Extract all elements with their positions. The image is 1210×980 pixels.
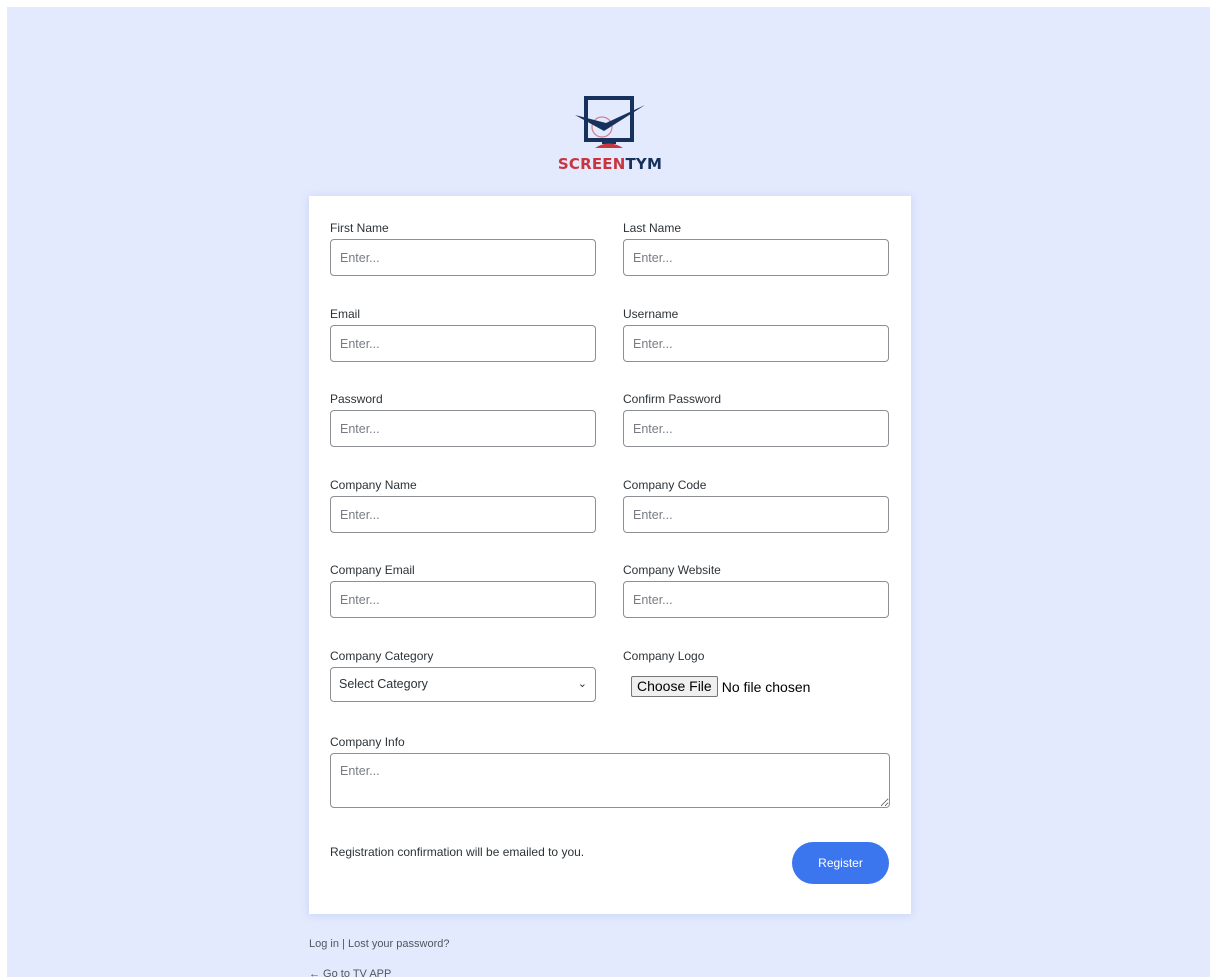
choose-file-button[interactable]: Choose File	[631, 676, 718, 697]
company-category-select[interactable]: Select Category ⌄	[330, 667, 596, 702]
confirm-password-field: Confirm Password	[623, 392, 889, 447]
company-name-field: Company Name	[330, 478, 596, 533]
company-name-label: Company Name	[330, 478, 417, 492]
company-info-field: Company Info	[330, 735, 890, 813]
chevron-down-icon: ⌄	[577, 678, 587, 690]
brand-name-part2: TYM	[625, 155, 663, 173]
company-logo-field: Company Logo Choose File No file chosen	[623, 649, 889, 697]
company-logo-label: Company Logo	[623, 649, 705, 663]
company-email-input[interactable]	[330, 581, 596, 618]
lost-password-link[interactable]: Lost your password?	[348, 938, 450, 950]
company-category-value: Select Category	[339, 677, 428, 691]
company-website-field: Company Website	[623, 563, 889, 618]
company-info-textarea[interactable]	[330, 753, 890, 808]
company-code-label: Company Code	[623, 478, 707, 492]
company-info-label: Company Info	[330, 735, 405, 749]
company-code-input[interactable]	[623, 496, 889, 533]
back-link-label: ← Go to TV APP	[309, 968, 392, 980]
company-category-field: Company Category Select Category ⌄	[330, 649, 596, 702]
username-label: Username	[623, 307, 679, 321]
email-input[interactable]	[330, 325, 596, 362]
back-to-tv-app-link[interactable]: ← Go to TV APP	[309, 968, 391, 980]
registration-form: First Name Last Name Email Username Pass…	[309, 196, 911, 914]
register-button[interactable]: Register	[792, 842, 889, 884]
company-email-field: Company Email	[330, 563, 596, 618]
company-category-label: Company Category	[330, 649, 434, 663]
confirm-password-input[interactable]	[623, 410, 889, 447]
confirm-password-label: Confirm Password	[623, 392, 722, 406]
last-name-field: Last Name	[623, 221, 889, 276]
file-status: No file chosen	[721, 678, 811, 695]
password-field: Password	[330, 392, 596, 447]
first-name-label: First Name	[330, 221, 389, 235]
company-website-label: Company Website	[623, 563, 721, 577]
first-name-input[interactable]	[330, 239, 596, 276]
site-logo[interactable]: SCREENTYM	[555, 95, 665, 175]
password-input[interactable]	[330, 410, 596, 447]
password-label: Password	[330, 392, 383, 406]
last-name-label: Last Name	[623, 221, 682, 235]
auth-links: Log in | Lost your password?	[309, 938, 449, 950]
tv-checkmark-logo-icon	[575, 96, 645, 148]
first-name-field: First Name	[330, 221, 596, 276]
login-link[interactable]: Log in	[309, 938, 339, 950]
username-input[interactable]	[623, 325, 889, 362]
company-email-label: Company Email	[330, 563, 415, 577]
registration-notice: Registration confirmation will be emaile…	[330, 845, 585, 859]
email-label: Email	[330, 307, 361, 321]
brand-wordmark: SCREENTYM	[555, 155, 665, 173]
email-field: Email	[330, 307, 596, 362]
username-field: Username	[623, 307, 889, 362]
link-separator: |	[342, 938, 345, 950]
last-name-input[interactable]	[623, 239, 889, 276]
company-code-field: Company Code	[623, 478, 889, 533]
company-name-input[interactable]	[330, 496, 596, 533]
company-logo-file-input: Choose File No file chosen	[631, 676, 889, 697]
brand-name-part1: SCREEN	[557, 155, 626, 173]
company-website-input[interactable]	[623, 581, 889, 618]
